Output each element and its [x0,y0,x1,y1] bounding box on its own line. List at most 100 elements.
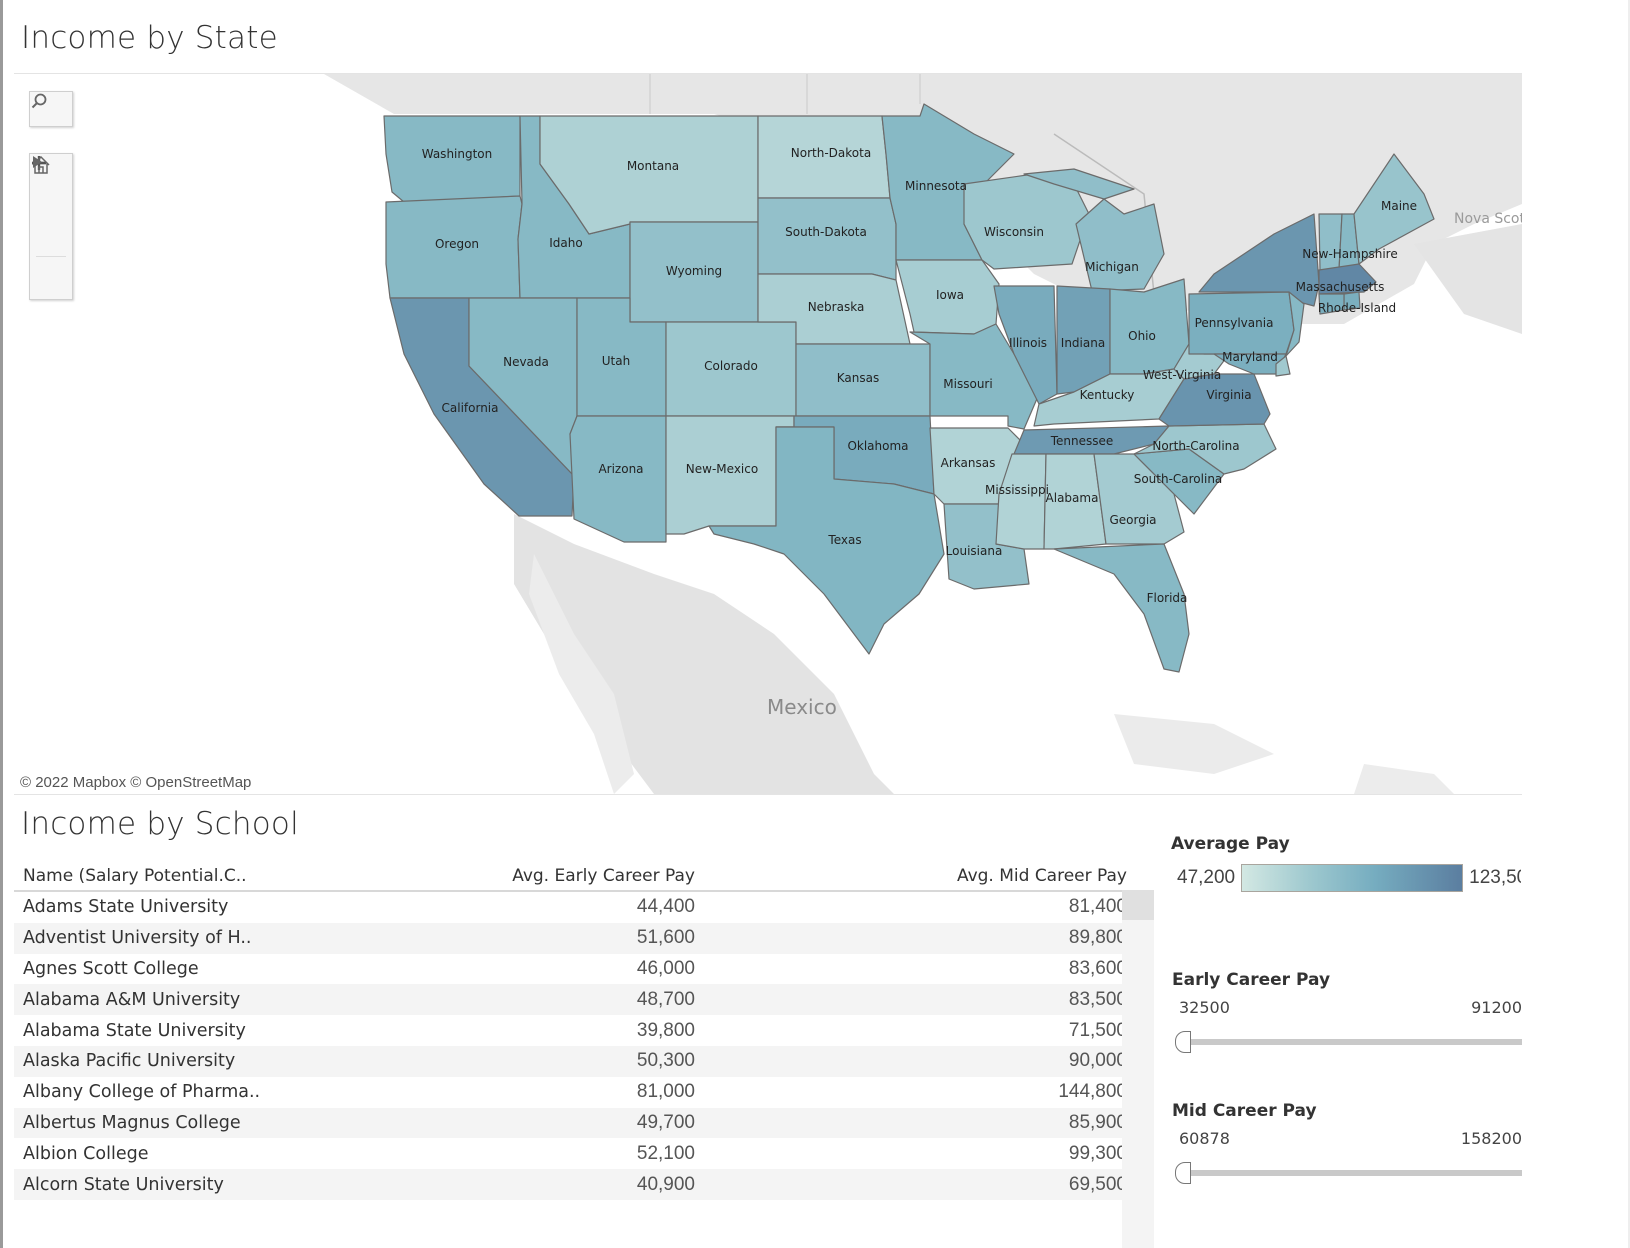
table-row[interactable]: Albany College of Pharma.. 81,000 144,800 [14,1077,1154,1108]
state-label: Kansas [837,371,879,385]
table-row[interactable]: Albertus Magnus College 49,700 85,900 [14,1107,1154,1139]
state-label: Michigan [1085,260,1139,274]
cell-mid: 81,400 [1068,896,1127,918]
state-label: Rhode-Island [1318,301,1396,315]
cell-mid: 71,500 [1068,1019,1127,1041]
map-search-button[interactable] [30,92,72,126]
region-label-nova-scotia: Nova Scotia [1454,211,1522,227]
cell-name: Alabama State University [23,1020,246,1041]
cell-early: 52,100 [636,1142,695,1164]
state-label: Utah [602,354,630,368]
state-label: Texas [827,533,861,547]
play-icon [33,156,42,168]
cell-early: 50,300 [636,1050,695,1072]
column-header-mid-pay[interactable]: Avg. Mid Career Pay [695,866,1127,890]
state-label: Washington [422,147,493,161]
cell-mid: 90,000 [1068,1050,1127,1072]
mid-career-pay-filter[interactable]: Mid Career Pay 60878 158200 [1172,1101,1522,1186]
zoom-out-button[interactable] [30,161,72,222]
state-label: Illinois [1009,336,1047,350]
filter-min-value: 32500 [1179,998,1230,1017]
state-label: Maine [1381,199,1417,213]
cell-name: Albertus Magnus College [23,1112,241,1133]
filter-title: Early Career Pay [1172,970,1331,990]
legend-gradient-bar [1241,864,1464,892]
table-scrollbar[interactable] [1122,890,1154,1248]
cell-early: 51,600 [636,927,695,949]
table-row[interactable]: Alaska Pacific University 50,300 90,000 [14,1045,1154,1077]
state-florida[interactable] [1053,543,1190,673]
slider-min-handle[interactable] [1175,1162,1191,1184]
column-header-early-pay[interactable]: Avg. Early Career Pay [383,866,695,890]
state-label: Louisiana [946,544,1003,558]
range-slider[interactable] [1172,1156,1522,1186]
state-label: Minnesota [905,179,967,193]
range-slider[interactable] [1172,1025,1522,1055]
reset-map-button[interactable] [30,155,72,256]
color-legend: Average Pay 47,200 123,500 [1171,834,1521,892]
table-row[interactable]: Albion College 52,100 99,300 [14,1138,1154,1169]
slider-rail[interactable] [1186,1170,1522,1176]
map-attribution[interactable]: © 2022 Mapbox © OpenStreetMap [18,773,254,792]
cell-name: Albany College of Pharma.. [23,1082,261,1103]
state-label: Idaho [549,236,582,250]
state-label: Arizona [598,462,643,476]
state-label: West-Virginia [1143,368,1221,382]
cell-early: 46,000 [636,957,695,979]
state-label: Iowa [936,288,964,302]
state-south-dakota[interactable] [757,197,897,281]
table-row[interactable]: Alabama State University 39,800 71,500 [14,1015,1154,1046]
cell-early: 44,400 [636,896,695,918]
state-label: Ohio [1128,329,1156,343]
filter-max-value: 91200 [1471,998,1522,1017]
early-career-pay-filter[interactable]: Early Career Pay 32500 91200 [1172,970,1522,1055]
legend-max-value: 123,500 [1469,867,1521,888]
state-label: New-Hampshire [1302,247,1397,261]
state-label: Alabama [1046,491,1099,505]
cell-early: 81,000 [636,1081,695,1103]
cell-name: Adventist University of H.. [23,928,252,949]
state-ohio[interactable] [1109,278,1190,375]
page-left-border [0,0,3,1248]
state-label: North-Dakota [791,146,871,160]
map-title: Income by State [21,20,278,56]
cell-mid: 144,800 [1058,1081,1127,1103]
map-zoom-controls[interactable] [29,153,73,300]
table-row[interactable]: Alcorn State University 40,900 69,500 [14,1169,1154,1200]
cell-name: Adams State University [23,897,229,918]
state-label: Maryland [1222,350,1278,364]
table-body: Adams State University 44,400 81,400 Advent… [14,892,1154,1200]
slider-rail[interactable] [1186,1039,1522,1045]
map-search-control[interactable] [29,91,73,127]
slider-min-handle[interactable] [1175,1031,1191,1053]
cell-name: Albion College [23,1143,149,1164]
cell-early: 48,700 [636,988,695,1010]
column-header-name[interactable]: Name (Salary Potential.C.. [14,866,383,890]
table-row[interactable]: Adams State University 44,400 81,400 [14,892,1154,923]
state-label: Mississippi [985,483,1049,497]
table-title: Income by School [21,806,299,842]
table-row[interactable]: Adventist University of H.. 51,600 89,800 [14,922,1154,954]
cell-early: 49,700 [636,1111,695,1133]
state-label: California [442,401,499,415]
filter-title: Mid Career Pay [1172,1101,1317,1121]
table-row[interactable]: Alabama A&M University 48,700 83,500 [14,984,1154,1016]
table-scrollbar-thumb[interactable] [1122,890,1154,920]
state-label: Nevada [503,355,549,369]
state-label: Montana [627,159,679,173]
cell-mid: 85,900 [1068,1111,1127,1133]
state-label: Georgia [1109,513,1156,527]
table-row[interactable]: Agnes Scott College 46,000 83,600 [14,954,1154,985]
cell-name: Alaska Pacific University [23,1051,236,1072]
state-label: Tennessee [1050,434,1114,448]
state-label: Oklahoma [847,439,908,453]
expand-toolbar-button[interactable] [30,156,72,299]
map-canvas[interactable]: Mexico Nova Scotia Washington Oregon Calif… [14,74,1522,794]
income-by-school-table: Name (Salary Potential.C.. Avg. Early Ca… [14,860,1154,1200]
state-label: New-Mexico [686,462,758,476]
state-vermont[interactable] [1318,213,1343,271]
cell-early: 40,900 [636,1173,695,1195]
cell-mid: 89,800 [1068,927,1127,949]
state-arizona[interactable] [569,415,667,543]
income-by-state-map[interactable]: Mexico Nova Scotia Washington Oregon Calif… [14,73,1522,795]
